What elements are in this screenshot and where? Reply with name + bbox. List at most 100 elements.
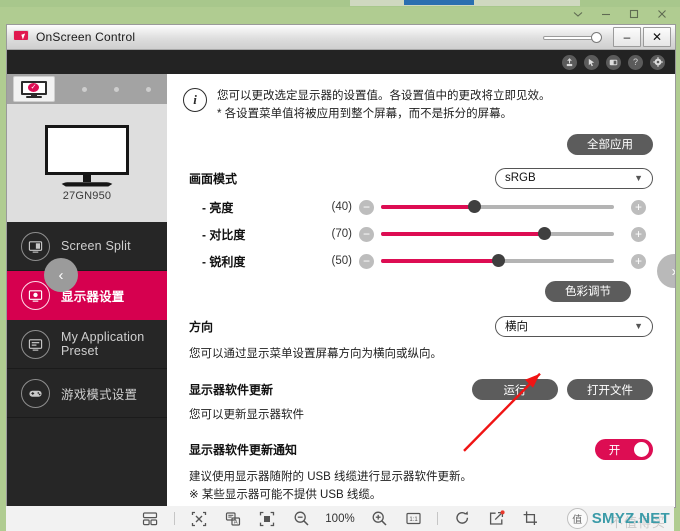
rotate-icon[interactable] xyxy=(452,509,472,529)
firmware-notify-label: 显示器软件更新通知 xyxy=(189,443,298,458)
screen-split-icon[interactable] xyxy=(606,54,621,70)
brightness-slider-row: - 亮度 (40) − + xyxy=(189,199,653,216)
sidebar-filler xyxy=(7,418,167,507)
app-body: ✓ 27GN950 Screen Split 显示器设置 My Applicat… xyxy=(7,74,675,507)
sidebar-item-game-mode-settings[interactable]: 游戏模式设置 xyxy=(7,369,167,418)
cursor-settings-icon[interactable] xyxy=(584,54,599,70)
monitor-illustration-icon xyxy=(41,124,133,187)
sidebar: ✓ 27GN950 Screen Split 显示器设置 My Applicat… xyxy=(7,74,167,507)
titlebar-opacity-slider[interactable] xyxy=(543,29,605,45)
contrast-value: (70) xyxy=(331,228,352,241)
monitor-tab-strip: ✓ xyxy=(7,74,167,104)
layout-grid-icon[interactable] xyxy=(140,509,160,529)
picture-mode-select[interactable]: sRGB ▼ xyxy=(495,167,653,189)
host-maximize-icon[interactable] xyxy=(620,2,648,26)
monitor-thumbnail-icon: ✓ xyxy=(21,80,47,98)
info-icon: i xyxy=(183,88,207,112)
orientation-label: 方向 xyxy=(189,319,214,334)
zoom-level-label: 100% xyxy=(325,512,355,525)
monitor-settings-icon xyxy=(21,280,50,310)
host-chevron-down-icon[interactable] xyxy=(564,2,592,26)
crop-icon[interactable] xyxy=(520,509,540,529)
app-close-button[interactable]: ✕ xyxy=(643,27,671,47)
open-file-button[interactable]: 打开文件 xyxy=(567,379,653,401)
app-toolbar: ? xyxy=(7,50,675,74)
brightness-label: - 亮度 xyxy=(202,200,234,215)
application-preset-icon xyxy=(21,329,50,359)
zoom-in-icon[interactable] xyxy=(369,509,389,529)
watermark-logo-icon: 值 xyxy=(566,508,588,529)
info-line-1: 您可以更改选定显示器的设置值。各设置值中的更改将立即见效。 xyxy=(217,90,551,102)
toggle-state-label: 开 xyxy=(608,444,621,457)
app-title: OnScreen Control xyxy=(36,30,136,44)
contrast-slider[interactable] xyxy=(381,227,614,241)
contrast-increase-button[interactable]: + xyxy=(631,226,646,242)
monitor-preview: 27GN950 xyxy=(7,104,167,222)
sharpness-label: - 锐利度 xyxy=(202,254,246,269)
zoom-out-icon[interactable] xyxy=(291,509,311,529)
settings-gear-icon[interactable] xyxy=(650,54,665,70)
fit-screen-icon[interactable] xyxy=(257,509,277,529)
apply-all-button[interactable]: 全部应用 xyxy=(567,133,653,155)
app-titlebar: OnScreen Control – ✕ xyxy=(7,25,675,50)
color-adjust-row: 色彩调节 xyxy=(189,280,653,302)
content-panel: i 您可以更改选定显示器的设置值。各设置值中的更改将立即见效。 * 各设置菜单值… xyxy=(167,74,675,507)
host-minimize-icon[interactable] xyxy=(592,2,620,26)
run-button[interactable]: 运行 xyxy=(472,379,558,401)
host-window-controls xyxy=(564,2,676,26)
firmware-update-description: 您可以更新显示器软件 xyxy=(189,409,304,422)
monitor-slot-dot[interactable] xyxy=(82,86,87,92)
onscreen-control-window: OnScreen Control – ✕ ? ✓ 27GN950 Screen … xyxy=(6,24,676,508)
picture-mode-row: 画面模式 sRGB ▼ xyxy=(189,167,653,189)
contrast-decrease-button[interactable]: − xyxy=(359,226,374,242)
monitor-tab-active[interactable]: ✓ xyxy=(13,76,55,102)
sidebar-item-my-application-preset[interactable]: My Application Preset xyxy=(7,320,167,369)
screen-update-icon[interactable] xyxy=(562,54,577,70)
watermark-text: SMYZ.NET xyxy=(591,510,670,527)
sharpness-increase-button[interactable]: + xyxy=(631,253,646,269)
sidebar-collapse-button[interactable]: ‹ xyxy=(44,258,78,292)
sharpness-slider[interactable] xyxy=(381,254,614,268)
sidebar-item-label: Screen Split xyxy=(61,239,131,253)
orientation-description: 您可以通过显示菜单设置屏幕方向为横向或纵向。 xyxy=(189,347,442,360)
host-close-icon[interactable] xyxy=(648,2,676,26)
firmware-notify-row: 显示器软件更新通知 开 xyxy=(189,439,653,461)
orientation-select[interactable]: 横向 ▼ xyxy=(495,315,653,337)
svg-text:A: A xyxy=(234,519,238,525)
app-minimize-button[interactable]: – xyxy=(613,27,641,47)
brightness-value: (40) xyxy=(331,201,352,214)
brightness-slider[interactable] xyxy=(381,200,614,214)
picture-mode-label: 画面模式 xyxy=(189,171,238,186)
browser-tab-accent xyxy=(404,0,474,5)
desktop-background: OnScreen Control – ✕ ? ✓ 27GN950 Screen … xyxy=(0,0,680,531)
monitor-slot-dot[interactable] xyxy=(114,86,119,92)
sharpness-decrease-button[interactable]: − xyxy=(359,253,374,269)
picture-mode-section: 画面模式 sRGB ▼ - 亮度 (40) − + - 对比度 (70) − +… xyxy=(167,167,675,505)
monitor-check-badge: ✓ xyxy=(28,82,39,92)
help-icon[interactable]: ? xyxy=(628,54,643,70)
picture-mode-value: sRGB xyxy=(505,172,536,185)
toolbar-divider xyxy=(174,512,175,525)
firmware-notify-line-2: ※ 某些显示器可能不提供 USB 线缆。 xyxy=(189,489,382,502)
brightness-decrease-button[interactable]: − xyxy=(359,199,374,215)
translate-icon[interactable]: A xyxy=(223,509,243,529)
edit-export-icon[interactable] xyxy=(486,509,506,529)
info-banner: i 您可以更改选定显示器的设置值。各设置值中的更改将立即见效。 * 各设置菜单值… xyxy=(167,74,675,124)
firmware-notify-toggle[interactable]: 开 xyxy=(595,439,653,461)
actual-size-icon[interactable]: 1:1 xyxy=(403,509,423,529)
app-logo-icon xyxy=(13,30,29,44)
firmware-notify-line-1: 建议使用显示器随附的 USB 线缆进行显示器软件更新。 xyxy=(189,471,473,484)
selection-tool-icon[interactable] xyxy=(189,509,209,529)
brightness-increase-button[interactable]: + xyxy=(631,199,646,215)
sidebar-item-monitor-settings[interactable]: 显示器设置 xyxy=(7,271,167,320)
color-adjust-button[interactable]: 色彩调节 xyxy=(545,280,631,302)
site-watermark: 值 SMYZ.NET xyxy=(566,508,670,529)
toolbar-divider xyxy=(437,512,438,525)
sidebar-item-screen-split[interactable]: Screen Split xyxy=(7,222,167,271)
monitor-slot-dot[interactable] xyxy=(146,86,151,92)
firmware-update-label: 显示器软件更新 xyxy=(189,383,274,398)
monitor-model-name: 27GN950 xyxy=(62,189,112,202)
toggle-knob xyxy=(634,442,649,458)
chevron-down-icon: ▼ xyxy=(634,173,643,184)
sidebar-item-label: 游戏模式设置 xyxy=(61,387,138,402)
